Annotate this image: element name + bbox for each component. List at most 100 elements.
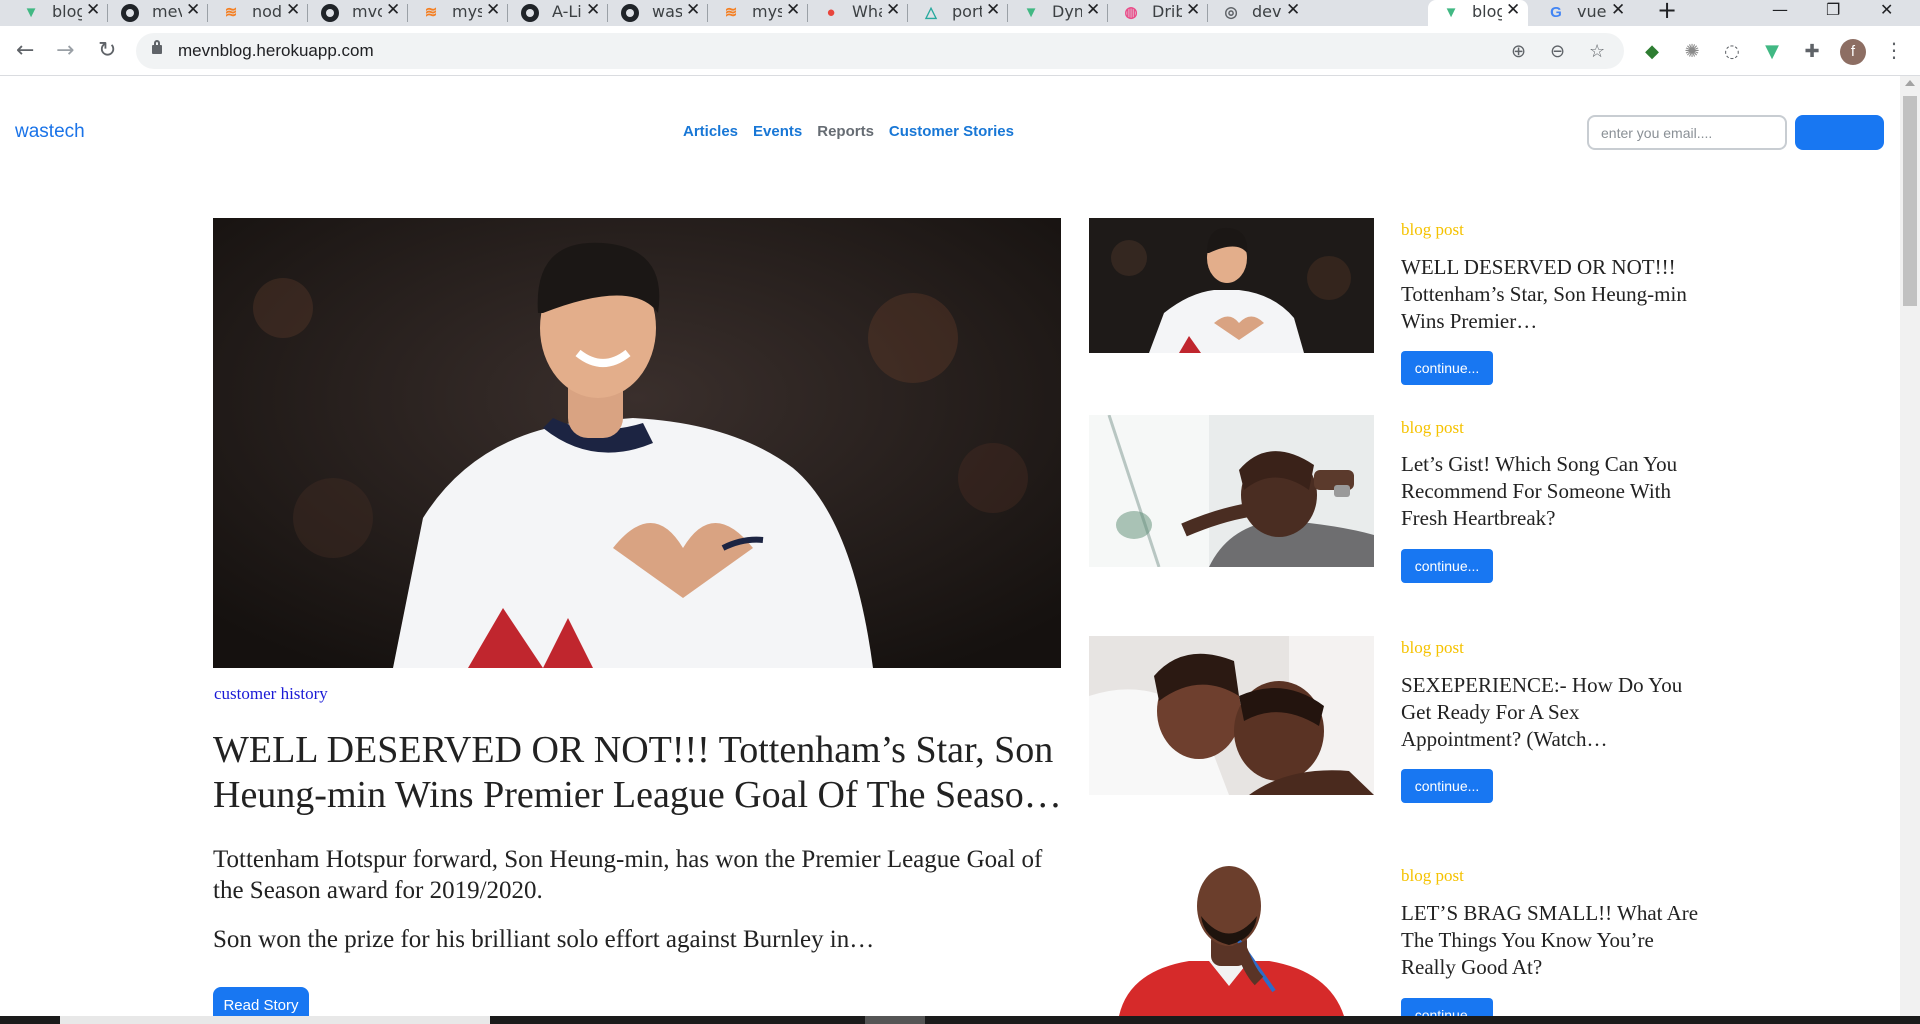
vue-icon: ▼ (23, 3, 39, 21)
read-story-button[interactable]: Read Story (213, 987, 309, 1016)
extension-circle-icon[interactable]: ◌ (1720, 39, 1744, 63)
card-image[interactable] (1089, 636, 1374, 795)
card-category[interactable]: blog post (1401, 418, 1464, 438)
close-icon[interactable]: ✕ (1611, 0, 1625, 20)
scrollbar-thumb[interactable] (1903, 96, 1917, 306)
top-nav: Articles Events Reports Customer Stories (683, 123, 1014, 140)
tab-dribbble[interactable]: ◍ Dribbble ✕ (1108, 0, 1208, 26)
github-icon (121, 4, 139, 22)
card-image[interactable] (1089, 415, 1374, 567)
new-tab-button[interactable]: + (1652, 0, 1682, 26)
tab-blog-active[interactable]: ▼ blog ✕ (1428, 0, 1528, 26)
zoom-icon[interactable]: ⊖ (1550, 41, 1565, 62)
close-window-icon[interactable]: ✕ (1880, 0, 1893, 19)
tab-title: Dyna (1052, 2, 1082, 21)
restore-icon[interactable]: ❐ (1826, 0, 1840, 19)
tab-a-li[interactable]: A-Li ✕ (508, 0, 608, 26)
hero-paragraph: Son won the prize for his brilliant solo… (213, 926, 875, 953)
card-category[interactable]: blog post (1401, 866, 1464, 886)
continue-button[interactable]: continue... (1401, 769, 1493, 803)
tab-mevn[interactable]: mevn ✕ (108, 0, 208, 26)
forward-icon[interactable]: → (56, 38, 74, 63)
close-icon[interactable]: ✕ (1506, 0, 1520, 20)
nav-reports[interactable]: Reports (817, 123, 874, 140)
close-icon[interactable]: ✕ (1086, 0, 1100, 20)
taskbar (0, 1016, 1920, 1024)
nav-customer-stories[interactable]: Customer Stories (889, 123, 1014, 140)
tab-deve[interactable]: ◎ deve ✕ (1208, 0, 1308, 26)
tab-node[interactable]: ≋ node ✕ (208, 0, 308, 26)
stackoverflow-icon: ≋ (224, 4, 238, 21)
card-image[interactable] (1089, 218, 1374, 353)
vertical-scrollbar[interactable] (1900, 76, 1920, 1016)
card-title[interactable]: SEXEPERIENCE:- How Do You Get Ready For … (1401, 672, 1701, 753)
close-icon[interactable]: ✕ (286, 0, 300, 20)
close-icon[interactable]: ✕ (1286, 0, 1300, 20)
card-title[interactable]: WELL DESERVED OR NOT!!! Tottenham’s Star… (1401, 254, 1701, 335)
tab-dyna[interactable]: ▼ Dyna ✕ (1008, 0, 1108, 26)
url-text[interactable]: mevnblog.herokuapp.com (178, 41, 374, 61)
reload-icon[interactable]: ↻ (98, 38, 116, 63)
tab-mysql[interactable]: ≋ mysql ✕ (408, 0, 508, 26)
continue-button[interactable]: continue... (1401, 351, 1493, 385)
tab-blog-1[interactable]: ▼ blog ✕ (8, 0, 108, 26)
taskbar-segment (865, 1016, 925, 1024)
tab-mysql-2[interactable]: ≋ mysql ✕ (708, 0, 808, 26)
tab-mvc[interactable]: mvc ✕ (308, 0, 408, 26)
bookmark-star-icon[interactable]: ☆ (1589, 41, 1605, 62)
close-icon[interactable]: ✕ (586, 0, 600, 20)
close-icon[interactable]: ✕ (186, 0, 200, 20)
close-icon[interactable]: ✕ (986, 0, 1000, 20)
card-title[interactable]: Let’s Gist! Which Song Can You Recommend… (1401, 451, 1701, 532)
close-icon[interactable]: ✕ (686, 0, 700, 20)
hero-category[interactable]: customer history (214, 684, 328, 704)
tab-what[interactable]: ● What ✕ (808, 0, 908, 26)
minimize-icon[interactable]: — (1772, 0, 1788, 19)
close-icon[interactable]: ✕ (486, 0, 500, 20)
tab-strip: ▼ blog ✕ mevn ✕ ≋ node ✕ mvc ✕ ≋ mysql ✕… (0, 0, 1920, 26)
tab-title: vue (1577, 2, 1607, 21)
menu-dots-icon[interactable]: ⋮ (1884, 38, 1904, 62)
taskbar-segment (60, 1016, 490, 1024)
github-icon (621, 4, 639, 22)
back-icon[interactable]: ← (16, 38, 34, 63)
vue-devtools-icon[interactable]: ▼ (1760, 39, 1784, 63)
install-icon[interactable]: ⊕ (1511, 41, 1526, 62)
extension-gear-icon[interactable]: ✺ (1680, 39, 1704, 63)
site-brand[interactable]: wastech (15, 121, 85, 143)
close-icon[interactable]: ✕ (1186, 0, 1200, 20)
tab-title: deve (1252, 2, 1282, 21)
tab-wast[interactable]: wast ✕ (608, 0, 708, 26)
subscribe-button[interactable] (1795, 115, 1884, 150)
close-icon[interactable]: ✕ (86, 0, 100, 20)
card-title[interactable]: LET’S BRAG SMALL!! What Are The Things Y… (1401, 900, 1701, 981)
continue-button[interactable]: continue... (1401, 549, 1493, 583)
nav-articles[interactable]: Articles (683, 123, 738, 140)
scroll-up-icon[interactable] (1905, 80, 1915, 86)
close-icon[interactable]: ✕ (786, 0, 800, 20)
tab-title: mysql (452, 2, 482, 21)
close-icon[interactable]: ✕ (886, 0, 900, 20)
tab-vue[interactable]: G vue ✕ (1533, 0, 1633, 26)
card-category[interactable]: blog post (1401, 638, 1464, 658)
card-image[interactable] (1089, 861, 1374, 1016)
lock-icon (152, 40, 162, 54)
tab-title: blog (52, 2, 82, 21)
globe-icon: ◎ (1224, 4, 1238, 21)
address-bar[interactable]: mevnblog.herokuapp.com ⊕ ⊖ ☆ (136, 33, 1624, 69)
hero-image[interactable] (213, 218, 1061, 668)
close-icon[interactable]: ✕ (386, 0, 400, 20)
nav-events[interactable]: Events (753, 123, 802, 140)
vue-icon: ▼ (1443, 3, 1459, 21)
stackoverflow-icon: ≋ (724, 4, 738, 21)
profile-avatar[interactable]: f (1840, 39, 1866, 65)
tab-title: port (952, 2, 982, 21)
hero-title[interactable]: WELL DESERVED OR NOT!!! Tottenham’s Star… (213, 728, 1063, 818)
tab-port[interactable]: △ port ✕ (908, 0, 1008, 26)
extensions-puzzle-icon[interactable]: ✚ (1800, 39, 1824, 63)
extension-globe-icon[interactable]: ◆ (1640, 39, 1664, 63)
email-input[interactable] (1587, 115, 1787, 150)
continue-button[interactable]: continue... (1401, 998, 1493, 1016)
card-category[interactable]: blog post (1401, 220, 1464, 240)
github-icon (321, 4, 339, 22)
